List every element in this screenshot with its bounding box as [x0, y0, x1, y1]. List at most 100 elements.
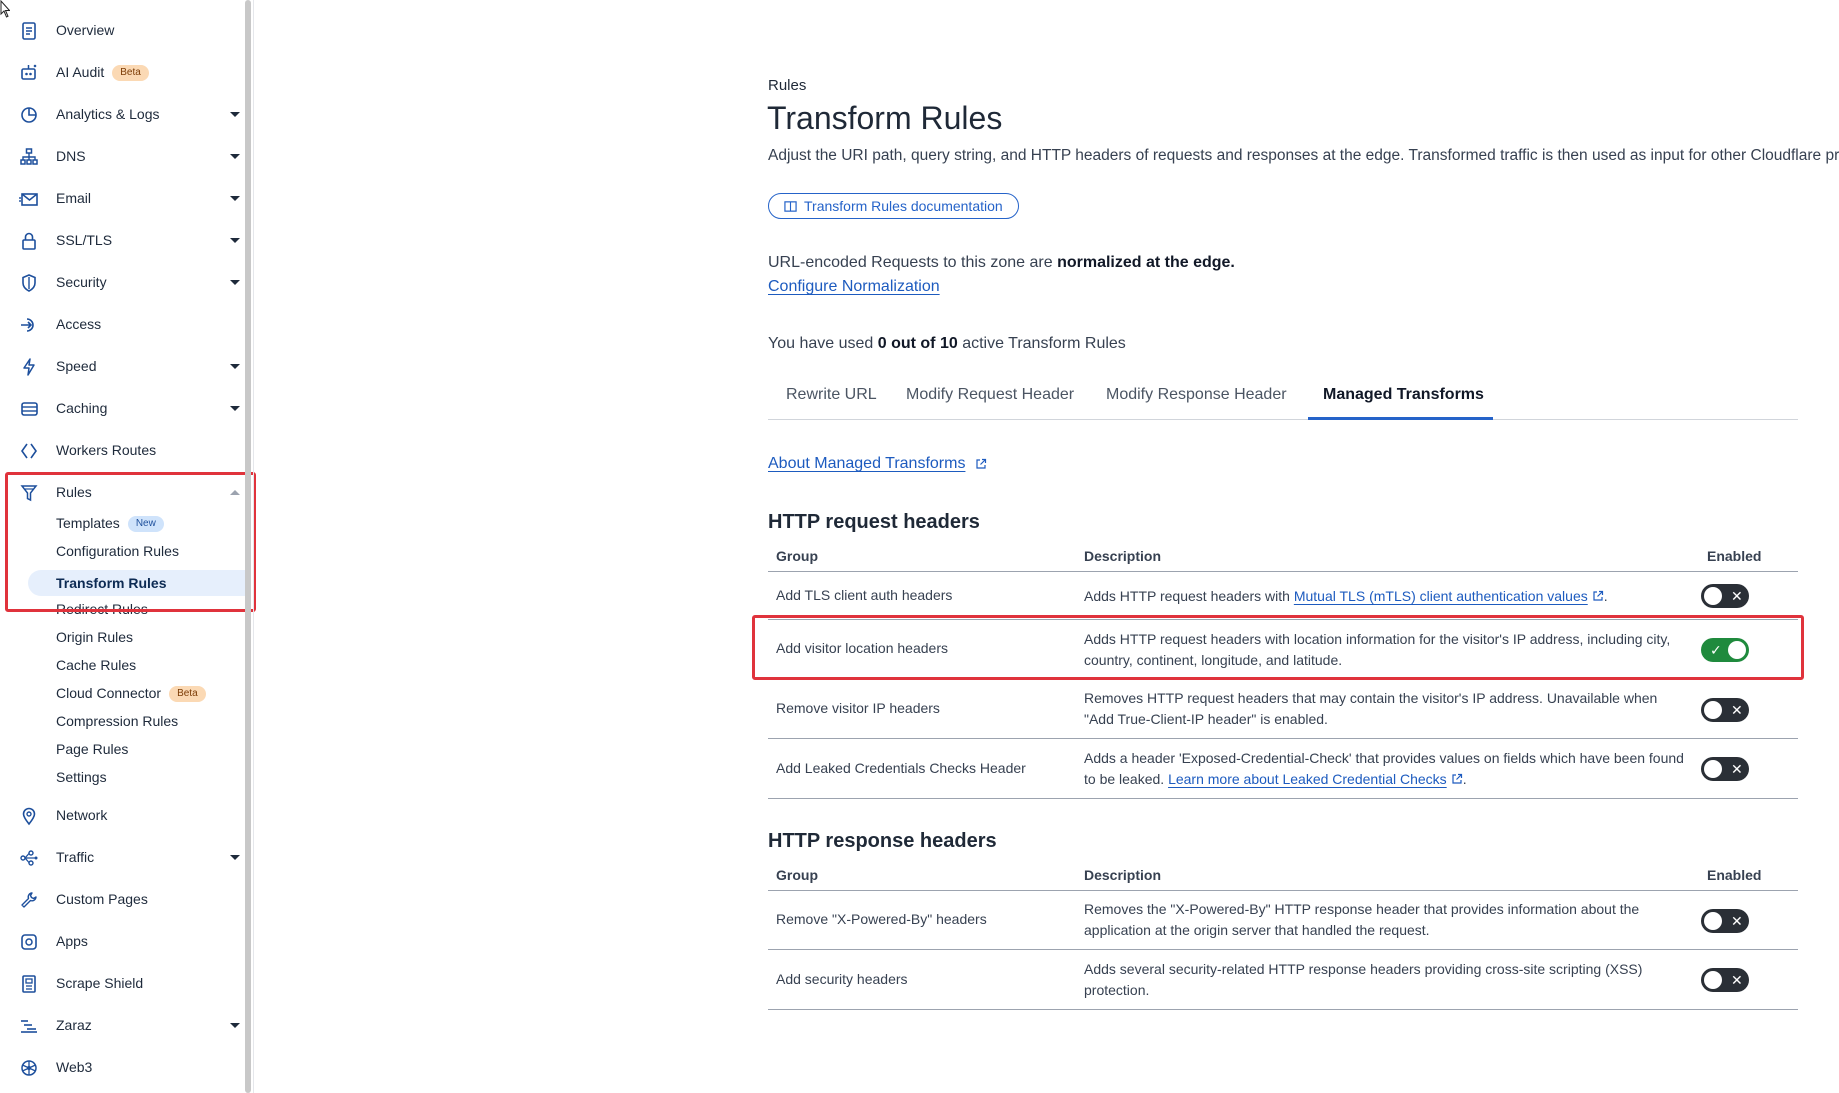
nav-item-dns[interactable]: DNS	[0, 141, 244, 171]
chevron-down-icon[interactable]	[230, 855, 240, 860]
nav-item-workers-routes[interactable]: Workers Routes	[0, 435, 244, 465]
toggle-knob	[1704, 587, 1722, 605]
zaraz-icon	[21, 1020, 37, 1033]
configure-normalization-link[interactable]: Configure Normalization	[768, 278, 940, 296]
chevron-down-icon[interactable]	[230, 1023, 240, 1028]
usage-suffix: active Transform Rules	[957, 335, 1126, 352]
usage-value: 0 out of 10	[877, 335, 958, 352]
chevron-down-icon[interactable]	[230, 406, 240, 411]
normalization-text: URL-encoded Requests to this zone are	[768, 254, 1058, 271]
nav-item-email[interactable]: Email	[0, 183, 244, 213]
documentation-button-label: Transform Rules documentation	[804, 198, 1003, 214]
nav-label-text: AI Audit	[56, 64, 105, 80]
nav-item-ai-audit[interactable]: AI Audit Beta	[0, 57, 244, 87]
column-header-enabled: Enabled	[1707, 548, 1762, 564]
nav-item-label: Zaraz	[56, 1017, 92, 1033]
table-row: Remove "X-Powered-By" headers Removes th…	[768, 891, 1798, 950]
tab-managed-transforms[interactable]: Managed Transforms	[1323, 386, 1484, 404]
nav-item-traffic[interactable]: Traffic	[0, 842, 244, 872]
about-managed-transforms-link[interactable]: About Managed Transforms	[768, 455, 987, 473]
chevron-down-icon[interactable]	[230, 112, 240, 117]
desc-suffix: .	[1462, 770, 1467, 787]
traffic-nodes-icon	[20, 850, 38, 866]
nav-item-ssl-tls[interactable]: SSL/TLS	[0, 225, 244, 255]
external-link-icon	[976, 458, 987, 469]
sub-item-cache-rules[interactable]: Cache Rules	[56, 653, 136, 677]
sub-item-origin-rules[interactable]: Origin Rules	[56, 625, 133, 649]
breadcrumb: Rules	[768, 77, 807, 94]
table-row: Add security headers Adds several securi…	[768, 950, 1798, 1010]
chevron-down-icon[interactable]	[230, 364, 240, 369]
column-header-description: Description	[1084, 548, 1162, 564]
sub-item-page-rules[interactable]: Page Rules	[56, 737, 128, 761]
table-row: Add TLS client auth headers Adds HTTP re…	[768, 572, 1798, 620]
nav-item-web3[interactable]: Web3	[0, 1052, 244, 1082]
toggle-tls-client-auth[interactable]: ✕	[1701, 584, 1749, 608]
book-icon	[784, 200, 797, 212]
nav-item-scrape-shield[interactable]: Scrape Shield	[0, 968, 244, 998]
close-icon: ✕	[1731, 588, 1743, 604]
nav-item-label: Scrape Shield	[56, 975, 144, 991]
shield-icon	[22, 274, 36, 292]
nav-item-label: Speed	[56, 358, 97, 374]
usage-count: You have used 0 out of 10 active Transfo…	[768, 335, 1126, 353]
nav-item-label: Traffic	[56, 849, 95, 865]
request-headers-title: HTTP request headers	[768, 511, 980, 533]
envelope-icon	[19, 193, 38, 206]
documentation-button[interactable]: Transform Rules documentation	[768, 193, 1019, 219]
nav-item-custom-pages[interactable]: Custom Pages	[0, 884, 244, 914]
location-pin-icon	[22, 807, 36, 826]
nav-item-speed[interactable]: Speed	[0, 351, 244, 381]
nav-item-network[interactable]: Network	[0, 800, 244, 830]
row-group: Add TLS client auth headers	[776, 587, 953, 603]
nav-item-caching[interactable]: Caching	[0, 393, 244, 423]
chevron-down-icon[interactable]	[230, 154, 240, 159]
row-description: Removes HTTP request headers that may co…	[1084, 690, 1658, 727]
row-group: Remove "X-Powered-By" headers	[776, 911, 987, 927]
scrape-doc-icon	[22, 975, 36, 993]
rules-highlight-box	[5, 472, 256, 612]
nav-item-analytics-logs[interactable]: Analytics & Logs	[0, 99, 244, 129]
response-headers-title: HTTP response headers	[768, 830, 997, 852]
sidebar-scrollbar[interactable]	[245, 0, 251, 1093]
close-icon: ✕	[1731, 972, 1743, 988]
toggle-leaked-credentials[interactable]: ✕	[1701, 757, 1749, 781]
chevron-down-icon[interactable]	[230, 238, 240, 243]
toggle-security-headers[interactable]: ✕	[1701, 968, 1749, 992]
sub-item-cloud-connector[interactable]: Cloud Connector Beta	[56, 681, 206, 705]
nav-item-zaraz[interactable]: Zaraz	[0, 1010, 244, 1040]
nav-item-label: Web3	[56, 1059, 93, 1075]
apps-icon	[21, 934, 37, 950]
nav-item-label: AI Audit Beta	[56, 64, 149, 82]
tab-rewrite-url[interactable]: Rewrite URL	[786, 386, 877, 404]
nav-item-apps[interactable]: Apps	[0, 926, 244, 956]
sub-item-compression-rules[interactable]: Compression Rules	[56, 709, 178, 733]
beta-badge: Beta	[169, 686, 206, 703]
chevron-down-icon[interactable]	[230, 196, 240, 201]
nav-item-label: Overview	[56, 22, 115, 38]
toggle-knob	[1704, 971, 1722, 989]
nav-item-label: DNS	[56, 148, 86, 164]
nav-item-access[interactable]: Access	[0, 309, 244, 339]
sidebar: Overview AI Audit Beta Analytics & Logs D…	[0, 0, 256, 1093]
nav-item-overview[interactable]: Overview	[0, 15, 244, 45]
page-description: Adjust the URI path, query string, and H…	[768, 147, 1839, 164]
page-title: Transform Rules	[767, 100, 1003, 136]
table-row: Remove visitor IP headers Removes HTTP r…	[768, 680, 1798, 739]
lock-icon	[22, 232, 36, 250]
sub-item-settings[interactable]: Settings	[56, 765, 107, 789]
tab-modify-response-header[interactable]: Modify Response Header	[1106, 386, 1287, 404]
mtls-docs-link[interactable]: Mutual TLS (mTLS) client authentication …	[1294, 588, 1588, 604]
toggle-remove-visitor-ip[interactable]: ✕	[1701, 698, 1749, 722]
nav-item-label: Caching	[56, 400, 108, 416]
toggle-remove-x-powered-by[interactable]: ✕	[1701, 909, 1749, 933]
tab-modify-request-header[interactable]: Modify Request Header	[906, 386, 1074, 404]
nav-item-label: Email	[56, 190, 92, 206]
code-brackets-icon	[21, 443, 37, 459]
chevron-down-icon[interactable]	[230, 280, 240, 285]
leaked-credentials-link[interactable]: Learn more about Leaked Credential Check…	[1168, 771, 1447, 787]
nav-item-security[interactable]: Security	[0, 267, 244, 297]
row-group: Remove visitor IP headers	[776, 700, 940, 716]
nav-item-label: Custom Pages	[56, 891, 148, 907]
beta-badge: Beta	[112, 65, 149, 82]
